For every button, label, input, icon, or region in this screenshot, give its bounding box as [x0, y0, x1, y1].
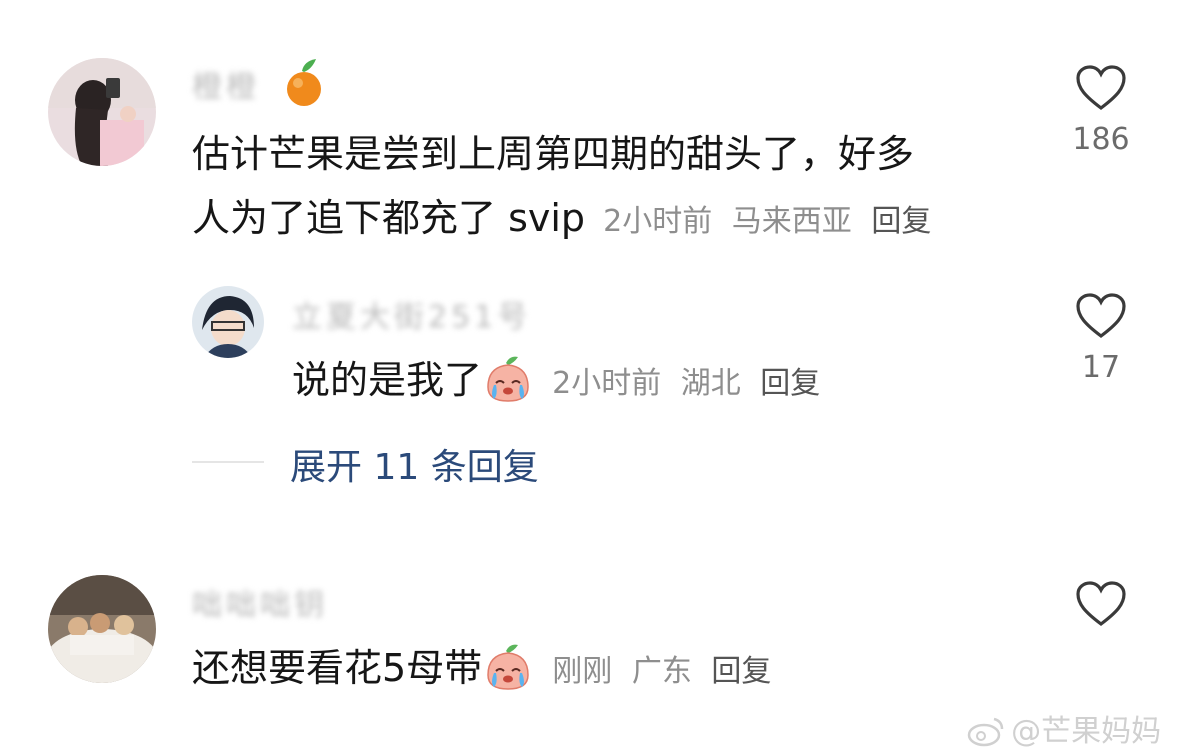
crying-peach-emoji-icon	[482, 353, 534, 405]
reply-button[interactable]: 回复	[871, 204, 931, 239]
comment-location: 广东	[631, 654, 692, 689]
comment-text-line-meta: 人为了追下都充了 svip 2小时前 马来西亚 回复	[192, 186, 1052, 254]
comment-text-line: 估计芒果是尝到上周第四期的甜头了，好多	[192, 132, 915, 176]
orange-fruit-icon	[282, 57, 326, 107]
reply-button[interactable]: 回复	[760, 366, 820, 401]
comment-location: 马来西亚	[731, 204, 852, 239]
avatar[interactable]	[48, 58, 156, 166]
comment-time: 2小时前	[603, 204, 713, 239]
username[interactable]: 咄咄咄钥	[192, 580, 328, 624]
crying-peach-emoji-icon	[482, 641, 534, 693]
comment-text: 还想要看花5母带	[192, 646, 483, 690]
avatar[interactable]	[192, 286, 264, 358]
reply-text: 说的是我了	[292, 358, 483, 402]
reply-time: 2小时前	[552, 366, 662, 401]
heart-outline-icon	[1076, 293, 1126, 339]
avatar[interactable]	[48, 575, 156, 683]
like-count: 17	[1081, 350, 1121, 385]
like-button[interactable]: 17	[1061, 292, 1141, 385]
expand-replies-button[interactable]: 展开 11 条回复	[290, 438, 539, 490]
reply-button[interactable]: 回复	[711, 654, 771, 689]
heart-outline-icon	[1076, 65, 1126, 111]
like-button[interactable]	[1061, 580, 1141, 632]
reply-location: 湖北	[680, 366, 741, 401]
username[interactable]: 立夏大街251号	[292, 292, 531, 336]
comment-time: 刚刚	[552, 654, 613, 689]
comment-text-line: 人为了追下都充了 svip	[192, 196, 586, 240]
divider	[192, 461, 264, 463]
comment-text: 估计芒果是尝到上周第四期的甜头了，好多 人为了追下都充了 svip 2小时前 马…	[192, 122, 1052, 254]
reply-text-line: 说的是我了 2小时前 湖北 回复	[292, 348, 830, 416]
weibo-logo-icon	[967, 717, 1004, 747]
like-count: 186	[1072, 122, 1130, 157]
watermark: @芒果妈妈	[966, 706, 1161, 750]
comment-text-line: 还想要看花5母带 刚刚 广东 回复	[192, 636, 781, 704]
username[interactable]: 橙橙	[192, 62, 260, 106]
like-button[interactable]: 186	[1061, 64, 1141, 157]
heart-outline-icon	[1076, 581, 1126, 627]
watermark-text: @芒果妈妈	[1011, 714, 1162, 749]
